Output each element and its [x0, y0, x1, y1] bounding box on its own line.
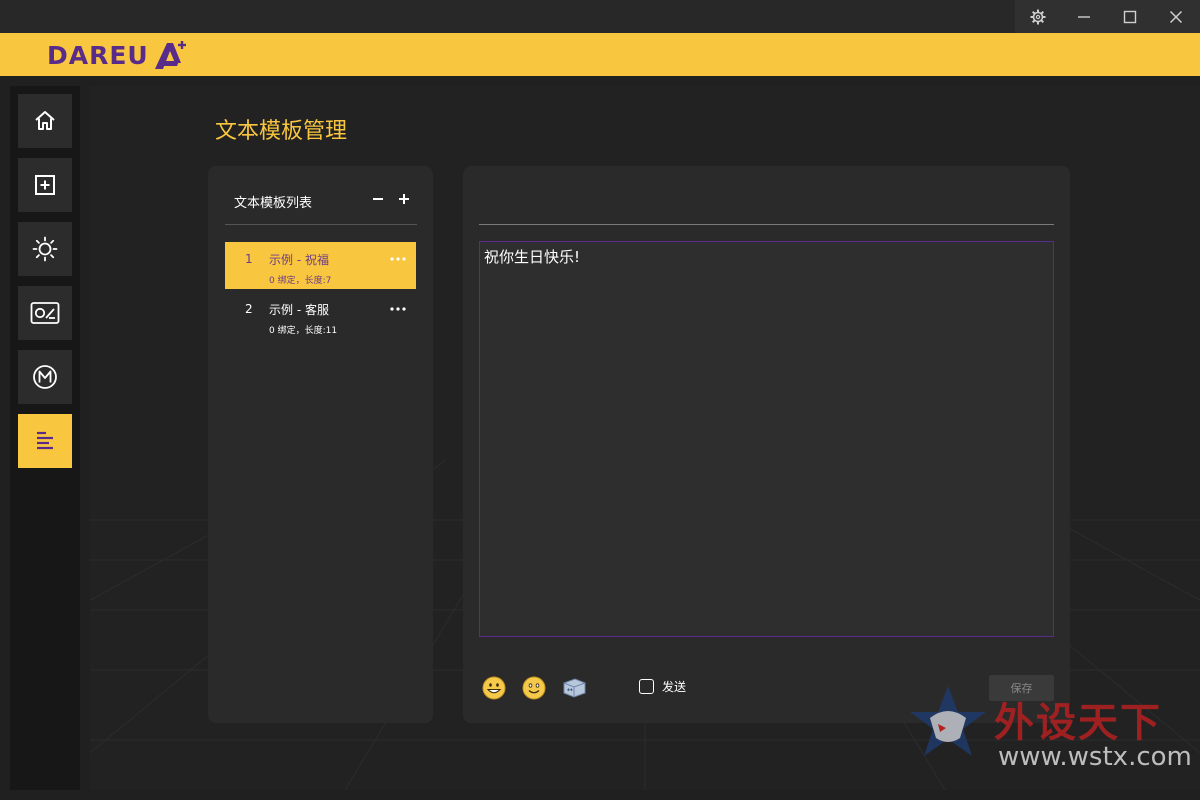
insert-special-key-button[interactable]: ↔ [560, 674, 588, 702]
template-editor-panel: 祝你生日快乐! ↔ 发送 保存 [463, 166, 1070, 723]
close-icon [1169, 10, 1183, 23]
template-meta: 0 绑定，长度:11 [269, 326, 338, 336]
settings-button[interactable] [1015, 0, 1061, 33]
send-option[interactable]: 发送 [639, 678, 686, 695]
dareu-logo: DAREU [47, 39, 189, 71]
close-button[interactable] [1153, 0, 1199, 33]
sidebar-item-add[interactable] [18, 158, 72, 212]
minus-icon [373, 198, 383, 200]
sidebar-item-macro[interactable] [18, 350, 72, 404]
home-icon [35, 111, 55, 130]
template-list-panel: 文本模板列表 1 示例 - 祝福 0 绑定，长度:7 2 示例 - 客服 0 绑… [208, 166, 433, 723]
sidebar-item-performance[interactable] [18, 286, 72, 340]
more-dots-icon [390, 257, 406, 261]
add-box-icon [35, 175, 55, 195]
app-window: DAREU 文本模板管理 文本模板列表 1 示例 - 祝福 0 绑定，长度:7 … [0, 0, 1200, 800]
template-list-title: 文本模板列表 [234, 196, 313, 211]
brand-bar: DAREU [0, 33, 1200, 76]
macro-icon [33, 365, 57, 389]
insert-smiley-button[interactable] [520, 674, 548, 702]
template-content-textarea[interactable]: 祝你生日快乐! [479, 241, 1054, 637]
sidebar-item-home[interactable] [18, 94, 72, 148]
minimize-icon [1078, 15, 1090, 18]
remove-template-button[interactable] [369, 190, 387, 208]
maximize-button[interactable] [1107, 0, 1153, 33]
more-dots-icon [390, 307, 406, 311]
template-item-2[interactable]: 2 示例 - 客服 0 绑定，长度:11 [225, 292, 416, 339]
template-index: 2 [245, 302, 253, 316]
logo-a-plus-icon [154, 41, 186, 69]
template-name: 示例 - 祝福 [269, 253, 329, 267]
send-checkbox[interactable] [639, 679, 654, 694]
minimize-button[interactable] [1061, 0, 1107, 33]
template-more-button[interactable] [388, 250, 408, 268]
keyboard-key-icon: ↔ [563, 678, 586, 698]
template-name: 示例 - 客服 [269, 303, 329, 317]
save-button[interactable]: 保存 [989, 675, 1054, 701]
window-controls [1015, 0, 1200, 33]
insert-emoji-button[interactable] [480, 674, 508, 702]
sidebar-item-lighting[interactable] [18, 222, 72, 276]
sidebar-item-text-template[interactable] [18, 414, 72, 468]
plus-icon [399, 194, 409, 204]
performance-icon [30, 302, 60, 324]
template-name-input[interactable] [479, 186, 1054, 225]
page-title: 文本模板管理 [215, 119, 348, 144]
template-item-1[interactable]: 1 示例 - 祝福 0 绑定，长度:7 [225, 242, 416, 289]
gear-icon [1030, 9, 1046, 24]
emoji-grin-icon [482, 676, 506, 700]
maximize-icon [1123, 10, 1137, 23]
add-template-button[interactable] [395, 190, 413, 208]
sidebar-nav [10, 86, 80, 790]
text-template-icon [37, 431, 53, 450]
list-divider [225, 224, 417, 225]
title-bar [0, 0, 1200, 33]
brightness-icon [32, 236, 58, 262]
send-label: 发送 [662, 680, 687, 694]
emoji-smile-icon [522, 676, 546, 700]
main-content: 文本模板管理 文本模板列表 1 示例 - 祝福 0 绑定，长度:7 2 示例 -… [90, 86, 1200, 790]
svg-text:↔: ↔ [567, 686, 573, 694]
template-meta: 0 绑定，长度:7 [269, 276, 332, 286]
template-more-button[interactable] [388, 300, 408, 318]
logo-text: DAREU [47, 40, 149, 70]
template-index: 1 [245, 252, 253, 266]
